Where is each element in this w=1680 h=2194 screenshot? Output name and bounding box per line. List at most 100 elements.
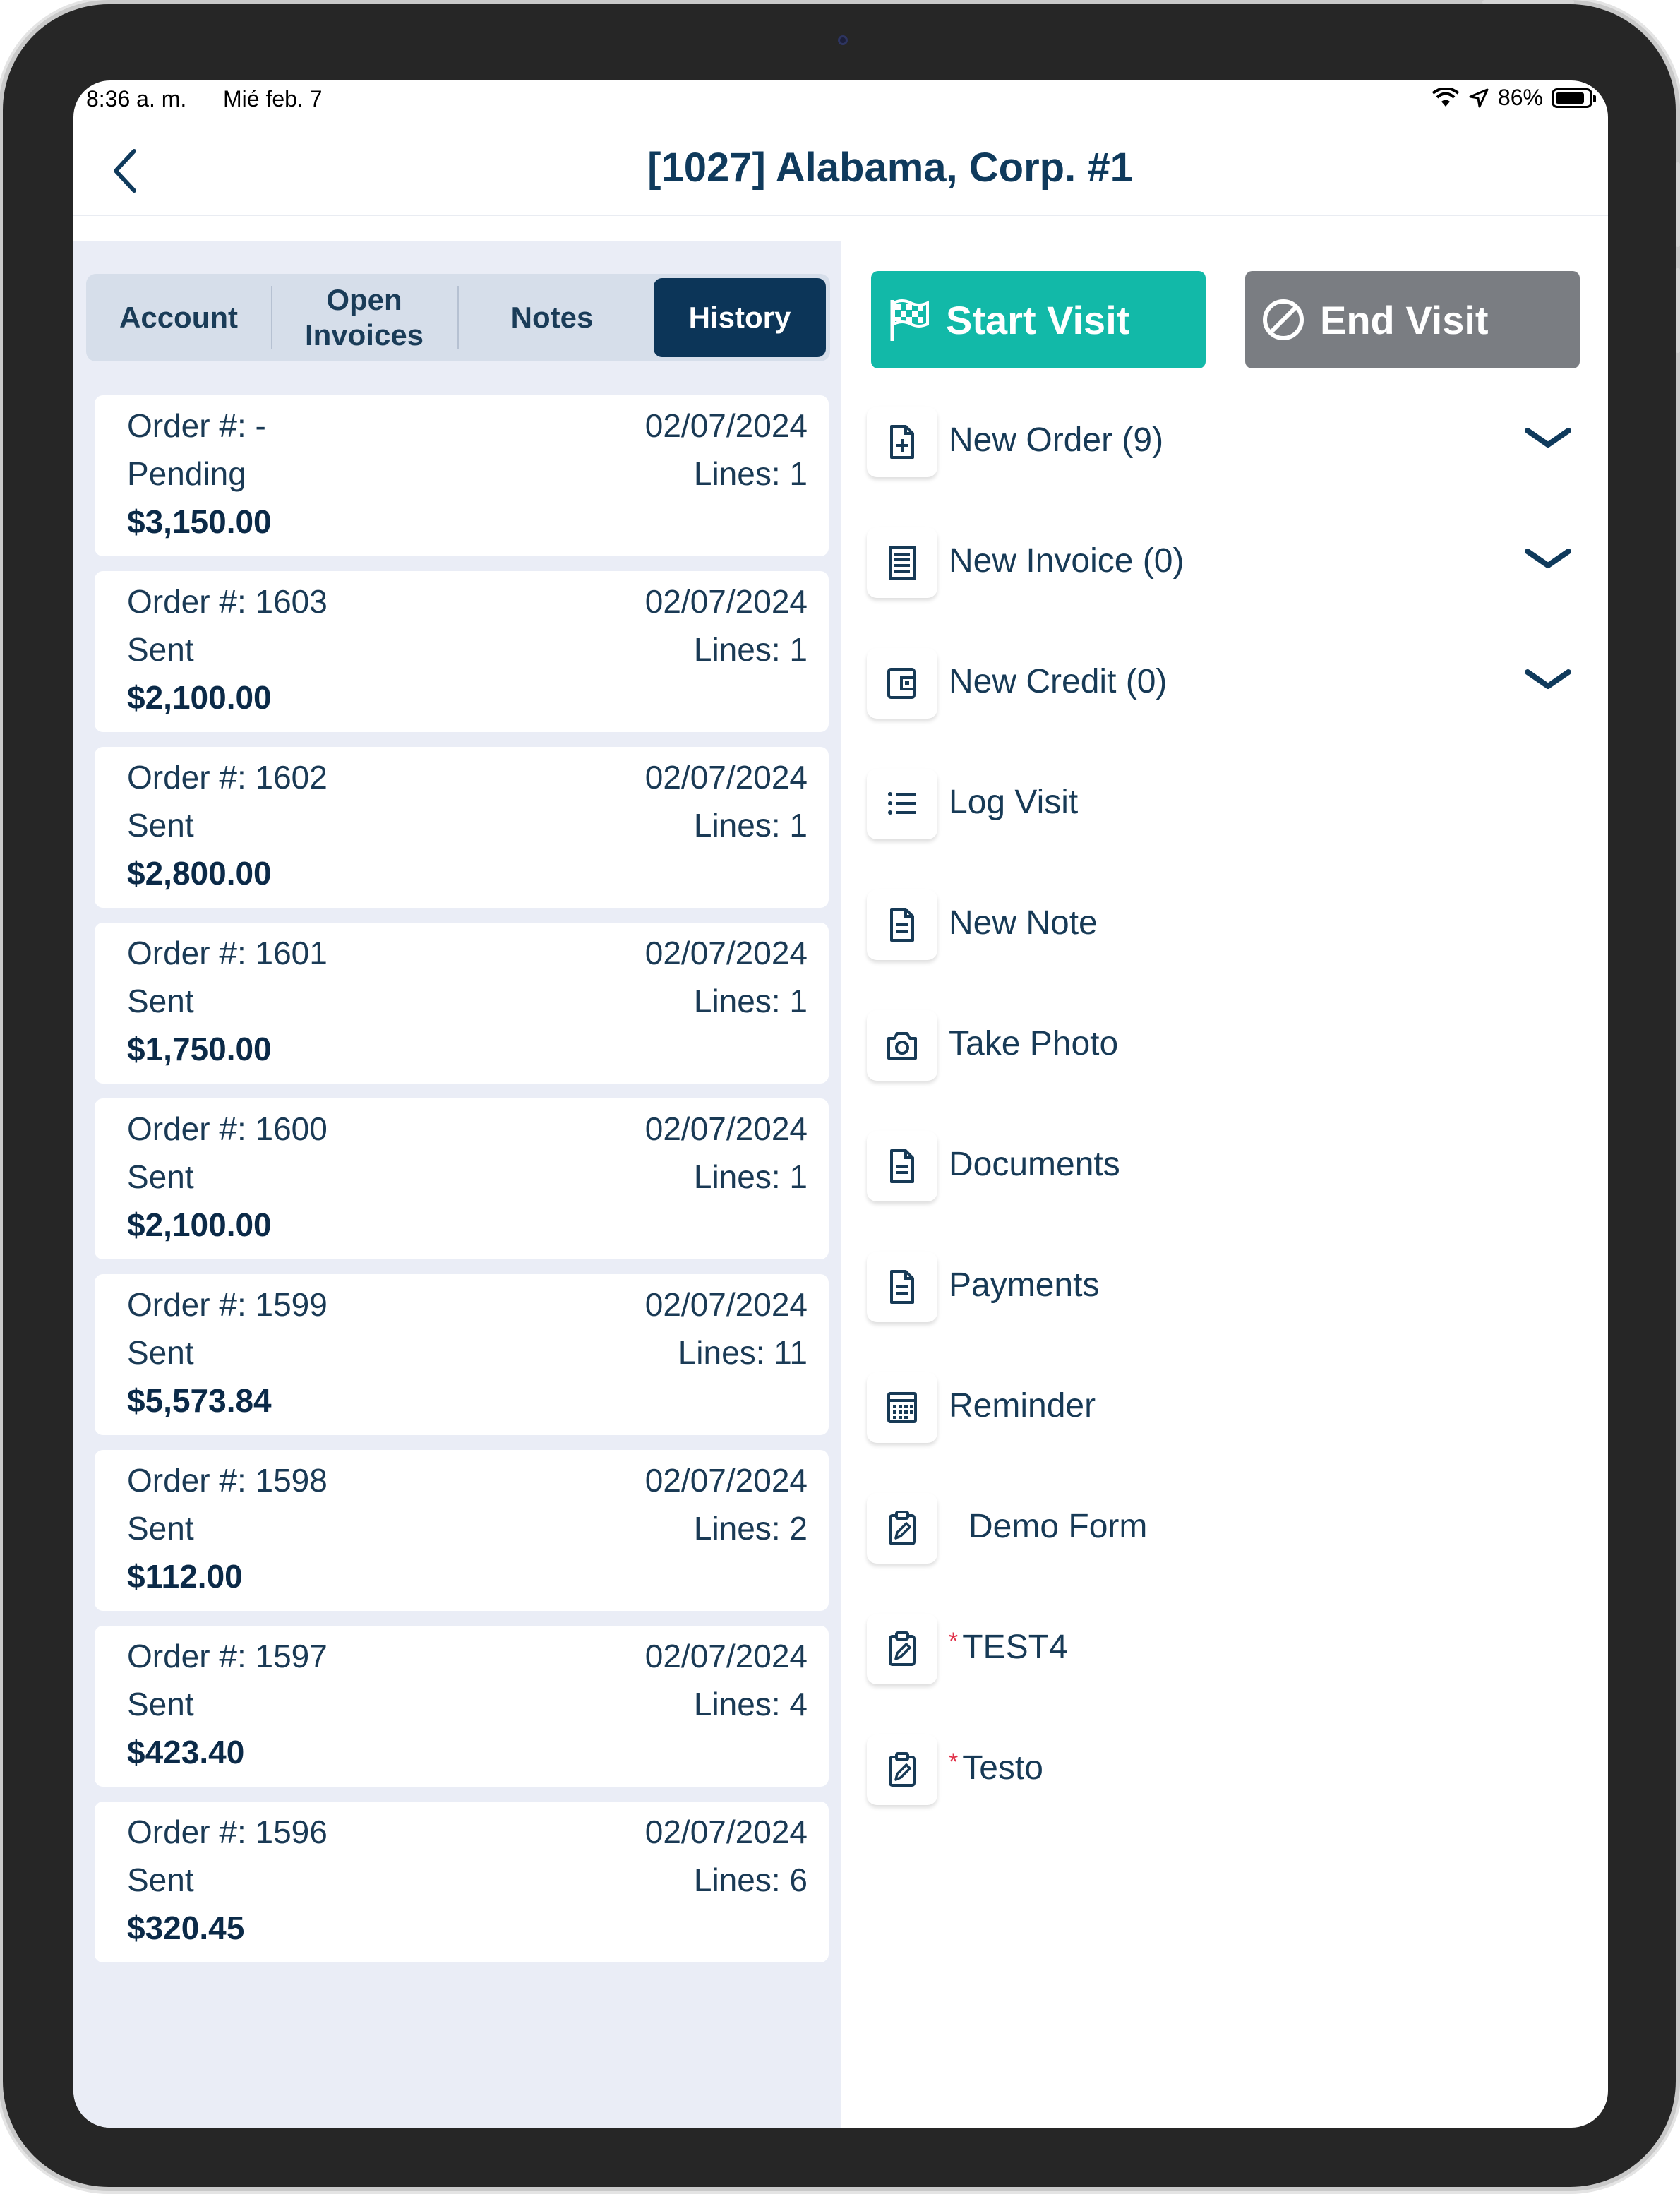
- list-icon: [867, 769, 937, 839]
- chevron-down-icon[interactable]: [1523, 421, 1573, 456]
- action-text: Testo: [962, 1749, 1043, 1787]
- chevron-down-icon[interactable]: [1523, 662, 1573, 697]
- order-date: 02/07/2024: [644, 1814, 808, 1850]
- battery-percent: 86%: [1497, 85, 1543, 110]
- order-card[interactable]: Order #: 1600 Sent $2,100.00 02/07/2024 Line…: [95, 1098, 829, 1259]
- order-date: 02/07/2024: [644, 935, 808, 971]
- order-lines: Lines: 6: [693, 1862, 808, 1898]
- order-status: Sent: [127, 1510, 194, 1547]
- action-text: New Order (9): [949, 421, 1164, 459]
- order-amount: $2,100.00: [127, 1206, 272, 1243]
- order-amount: $320.45: [127, 1910, 245, 1946]
- status-right: 86%: [1432, 85, 1596, 111]
- action-text: TEST4: [962, 1629, 1068, 1666]
- document-icon: [867, 1252, 937, 1322]
- document-icon: [867, 889, 937, 960]
- action-label: New Note: [949, 904, 1098, 942]
- action-documents[interactable]: Documents: [867, 1124, 1580, 1209]
- order-card[interactable]: Order #: 1598 Sent $112.00 02/07/2024 Lines:…: [95, 1450, 829, 1611]
- order-card[interactable]: Order #: 1596 Sent $320.45 02/07/2024 Lines:…: [95, 1802, 829, 1962]
- order-card[interactable]: Order #: 1599 Sent $5,573.84 02/07/2024 Line…: [95, 1274, 829, 1435]
- action-label: New Invoice (0): [949, 541, 1184, 580]
- front-camera: [838, 35, 848, 45]
- action-test4[interactable]: * TEST4: [867, 1607, 1580, 1691]
- order-status: Sent: [127, 1334, 194, 1371]
- document-icon: [867, 1131, 937, 1201]
- end-visit-button[interactable]: End Visit: [1245, 271, 1580, 368]
- tab-open-invoices[interactable]: Open Invoices: [271, 283, 459, 352]
- clipboard-edit-icon: [867, 1614, 937, 1684]
- action-demo-form[interactable]: Demo Form: [867, 1486, 1580, 1571]
- ban-icon: [1263, 299, 1304, 340]
- order-date: 02/07/2024: [644, 1638, 808, 1674]
- power-button: [1482, 0, 1574, 4]
- order-date: 02/07/2024: [644, 1286, 808, 1323]
- wifi-icon: [1432, 87, 1460, 107]
- tab-label: History: [688, 301, 791, 334]
- order-card[interactable]: Order #: - Pending $3,150.00 02/07/2024 Line…: [95, 395, 829, 556]
- end-visit-label: End Visit: [1320, 297, 1489, 342]
- action-text: Take Photo: [949, 1025, 1119, 1062]
- order-number: Order #: 1598: [127, 1462, 328, 1499]
- start-visit-button[interactable]: Start Visit: [871, 271, 1206, 368]
- order-amount: $3,150.00: [127, 503, 272, 540]
- tab-history[interactable]: History: [654, 278, 826, 357]
- file-plus-icon: [867, 407, 937, 477]
- order-status: Sent: [127, 1686, 194, 1722]
- action-new-order-9[interactable]: New Order (9): [867, 400, 1580, 484]
- order-lines: Lines: 1: [693, 807, 808, 844]
- volume-button: [1676, 268, 1680, 353]
- action-new-invoice-0[interactable]: New Invoice (0): [867, 520, 1580, 605]
- action-reminder[interactable]: Reminder: [867, 1365, 1580, 1450]
- action-label: Demo Form: [968, 1507, 1147, 1546]
- order-date: 02/07/2024: [644, 1110, 808, 1147]
- order-lines: Lines: 1: [693, 983, 808, 1019]
- order-status: Sent: [127, 807, 194, 844]
- order-card[interactable]: Order #: 1597 Sent $423.40 02/07/2024 Lines:…: [95, 1626, 829, 1787]
- tab-label: Account: [119, 301, 238, 334]
- action-new-credit-0[interactable]: New Credit (0): [867, 641, 1580, 726]
- action-log-visit[interactable]: Log Visit: [867, 762, 1580, 846]
- order-card[interactable]: Order #: 1602 Sent $2,800.00 02/07/2024 Line…: [95, 747, 829, 908]
- action-take-photo[interactable]: Take Photo: [867, 1003, 1580, 1088]
- action-payments[interactable]: Payments: [867, 1245, 1580, 1329]
- order-number: Order #: 1601: [127, 935, 328, 971]
- action-new-note[interactable]: New Note: [867, 882, 1580, 967]
- action-label: New Order (9): [949, 421, 1163, 460]
- tab-label: Open Invoices: [304, 283, 424, 352]
- chevron-down-icon[interactable]: [1523, 541, 1573, 577]
- device-frame: 8:36 a. m. Mié feb. 7 86% [1027] Alabama…: [3, 4, 1676, 2187]
- action-label: Take Photo: [949, 1024, 1118, 1063]
- order-card[interactable]: Order #: 1603 Sent $2,100.00 02/07/2024 Line…: [95, 571, 829, 732]
- wallet-icon: [867, 648, 937, 719]
- order-status: Pending: [127, 455, 246, 492]
- order-number: Order #: -: [127, 407, 266, 444]
- tab-account[interactable]: Account: [86, 286, 272, 349]
- action-text: Documents: [949, 1146, 1120, 1183]
- action-label: Documents: [949, 1145, 1120, 1184]
- page-title: [1027] Alabama, Corp. #1: [647, 145, 1133, 191]
- action-text: Log Visit: [949, 784, 1079, 821]
- action-label: Reminder: [949, 1386, 1096, 1425]
- action-text: Reminder: [949, 1387, 1096, 1425]
- action-label: Payments: [949, 1266, 1099, 1305]
- order-status: Sent: [127, 1158, 194, 1195]
- receipt-icon: [867, 527, 937, 598]
- action-text: New Invoice (0): [949, 542, 1184, 580]
- order-card[interactable]: Order #: 1601 Sent $1,750.00 02/07/2024 Line…: [95, 923, 829, 1084]
- clipboard-edit-icon: [867, 1493, 937, 1564]
- action-testo[interactable]: * Testo: [867, 1727, 1580, 1812]
- action-label: New Credit (0): [949, 662, 1167, 701]
- order-number: Order #: 1596: [127, 1814, 328, 1850]
- order-date: 02/07/2024: [644, 583, 808, 620]
- battery-icon: [1552, 88, 1596, 108]
- order-date: 02/07/2024: [644, 407, 808, 444]
- action-text: New Note: [949, 904, 1098, 942]
- order-status: Sent: [127, 1862, 194, 1898]
- order-number: Order #: 1597: [127, 1638, 328, 1674]
- calendar-icon: [867, 1372, 937, 1443]
- order-number: Order #: 1599: [127, 1286, 328, 1323]
- order-amount: $423.40: [127, 1734, 245, 1770]
- tab-notes[interactable]: Notes: [459, 274, 645, 361]
- order-lines: Lines: 1: [693, 1158, 808, 1195]
